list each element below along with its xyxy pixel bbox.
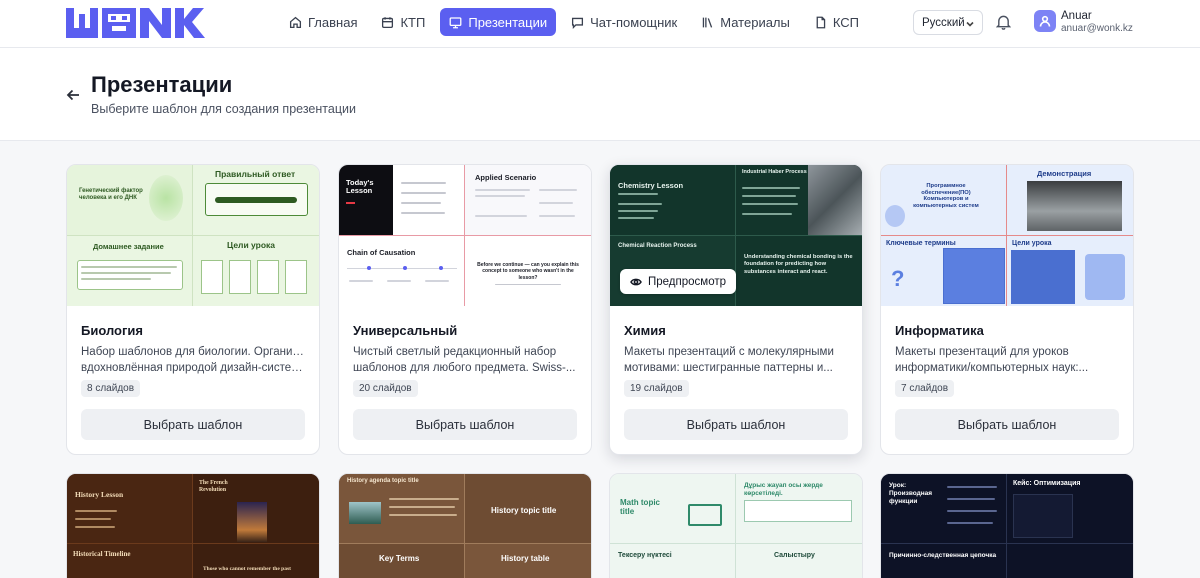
thumb-slide: The French Revolution: [193, 474, 319, 544]
user-avatar[interactable]: [1034, 10, 1056, 32]
thumb-slide: Кейс: Оптимизация: [1007, 474, 1133, 544]
card-title: Химия: [624, 323, 666, 338]
back-button[interactable]: [66, 88, 80, 102]
template-card-history-paper[interactable]: History agenda topic title History topic…: [338, 473, 592, 578]
choose-template-button[interactable]: Выбрать шаблон: [353, 409, 577, 440]
thumb-slide: History table: [465, 544, 591, 578]
wonk-logo[interactable]: [66, 8, 222, 38]
template-thumbnail[interactable]: Программное обеспечение(ПО) Компьютеров …: [881, 165, 1133, 306]
user-email: anuar@wonk.kz: [1061, 23, 1133, 34]
template-thumbnail[interactable]: Урок: Производная функции Кейс: Оптимиза…: [881, 474, 1133, 578]
slide-count-badge: 19 слайдов: [624, 380, 689, 397]
slide-count-badge: 7 слайдов: [895, 380, 955, 397]
thumb-slide: Домашнее задание: [67, 235, 193, 306]
preview-button[interactable]: Предпросмотр: [620, 269, 736, 294]
main-nav: Главная КТП Презентации Чат-помощник Мат…: [280, 8, 868, 36]
choose-template-button[interactable]: Выбрать шаблон: [624, 409, 848, 440]
thumb-slide: Урок: Производная функции: [881, 474, 1007, 544]
thumb-slide: Industrial Haber Process: [736, 165, 862, 236]
thumb-slide: Программное обеспечение(ПО) Компьютеров …: [881, 165, 1007, 236]
nav-presentations[interactable]: Презентации: [440, 8, 557, 36]
bell-icon: [995, 15, 1012, 30]
template-thumbnail[interactable]: Today's Lesson Applied Scenario Chain of…: [339, 165, 591, 306]
thumb-slide: Math topic title: [610, 474, 736, 544]
thumb-slide: Салыстыру: [736, 544, 862, 578]
template-card-history[interactable]: History Lesson The French Revolution His…: [66, 473, 320, 578]
template-thumbnail[interactable]: Chemistry Lesson Industrial Haber Proces…: [610, 165, 862, 306]
page-subtitle: Выберите шаблон для создания презентации: [91, 102, 356, 116]
thumb-slide: Chain of Causation: [339, 235, 465, 306]
language-select[interactable]: Русский: [913, 10, 983, 35]
thumb-slide: Тексеру нүктесі: [610, 544, 736, 578]
thumb-slide: History agenda topic title: [339, 474, 465, 544]
card-description: Набор шаблонов для биологии. Органичная,…: [81, 346, 305, 374]
page-header: Презентации Выберите шаблон для создания…: [0, 48, 1200, 141]
template-card-math[interactable]: Math topic title Дұрыс жауап осы жерде к…: [609, 473, 863, 578]
file-icon: [816, 16, 826, 28]
user-name: Anuar: [1061, 10, 1092, 22]
template-card-universal[interactable]: Today's Lesson Applied Scenario Chain of…: [338, 164, 592, 455]
card-description: Макеты презентаций для уроков информатик…: [895, 346, 1089, 374]
thumb-slide: Chemistry Lesson: [610, 165, 736, 236]
template-thumbnail[interactable]: Math topic title Дұрыс жауап осы жерде к…: [610, 474, 862, 578]
thumb-slide: Цели урока: [193, 235, 319, 306]
monitor-icon: [449, 16, 462, 28]
thumb-slide: Understanding chemical bonding is the fo…: [736, 235, 862, 306]
template-thumbnail[interactable]: History agenda topic title History topic…: [339, 474, 591, 578]
nav-home[interactable]: Главная: [280, 8, 366, 36]
thumb-slide: Key Terms: [339, 544, 465, 578]
slide-count-badge: 8 слайдов: [81, 380, 141, 397]
thumb-slide: Before we continue — can you explain thi…: [465, 235, 591, 306]
thumb-slide: History Lesson: [67, 474, 193, 544]
card-title: Биология: [81, 323, 143, 338]
nav-materials[interactable]: Материалы: [692, 8, 799, 36]
thumb-slide: Historical Timeline: [67, 544, 193, 578]
nav-ktp[interactable]: КТП: [372, 8, 434, 36]
notifications-button[interactable]: [995, 14, 1012, 30]
language-selected: Русский: [922, 16, 965, 29]
thumb-slide: Those who cannot remember the past: [193, 544, 319, 578]
arrow-left-icon: [66, 89, 79, 101]
thumb-slide: Генетический фактор человека и его ДНК: [67, 165, 193, 236]
card-title: Универсальный: [353, 323, 458, 338]
thumb-slide: Причинно-следственная цепочка: [881, 544, 1007, 578]
chat-icon: [572, 17, 584, 29]
template-thumbnail[interactable]: History Lesson The French Revolution His…: [67, 474, 319, 578]
top-header: Главная КТП Презентации Чат-помощник Мат…: [0, 0, 1200, 48]
template-card-biology[interactable]: Генетический фактор человека и его ДНК П…: [66, 164, 320, 455]
nav-ksp[interactable]: КСП: [805, 8, 868, 36]
nav-chat[interactable]: Чат-помощник: [562, 8, 686, 36]
choose-template-button[interactable]: Выбрать шаблон: [81, 409, 305, 440]
user-icon: [1039, 15, 1051, 27]
home-icon: [289, 16, 302, 28]
slide-count-badge: 20 слайдов: [353, 380, 418, 397]
thumb-slide: History topic title: [465, 474, 591, 544]
choose-template-button[interactable]: Выбрать шаблон: [895, 409, 1119, 440]
thumb-slide: Демонстрация: [1007, 165, 1133, 236]
calendar-icon: [382, 16, 394, 28]
thumb-slide: [1007, 544, 1133, 578]
thumb-slide: Applied Scenario: [465, 165, 591, 236]
thumb-slide: Правильный ответ: [193, 165, 319, 236]
card-title: Информатика: [895, 323, 984, 338]
template-card-chemistry[interactable]: Chemistry Lesson Industrial Haber Proces…: [609, 164, 863, 455]
eye-icon: [630, 278, 642, 285]
thumb-slide: Цели урока: [1007, 235, 1133, 306]
thumb-slide: Today's Lesson: [339, 165, 465, 236]
library-icon: [703, 17, 713, 28]
template-card-math-dark[interactable]: Урок: Производная функции Кейс: Оптимиза…: [880, 473, 1134, 578]
thumb-slide: Ключевые термины ?: [881, 235, 1007, 306]
card-description: Чистый светлый редакционный набор шаблон…: [353, 346, 576, 374]
card-description: Макеты презентаций с молекулярными мотив…: [624, 346, 834, 374]
thumb-slide: Дұрыс жауап осы жерде көрсетіледі.: [736, 474, 862, 544]
chevron-down-icon: [966, 21, 974, 27]
page-title: Презентации: [91, 72, 233, 97]
template-thumbnail[interactable]: Генетический фактор человека и его ДНК П…: [67, 165, 319, 306]
template-card-informatics[interactable]: Программное обеспечение(ПО) Компьютеров …: [880, 164, 1134, 455]
